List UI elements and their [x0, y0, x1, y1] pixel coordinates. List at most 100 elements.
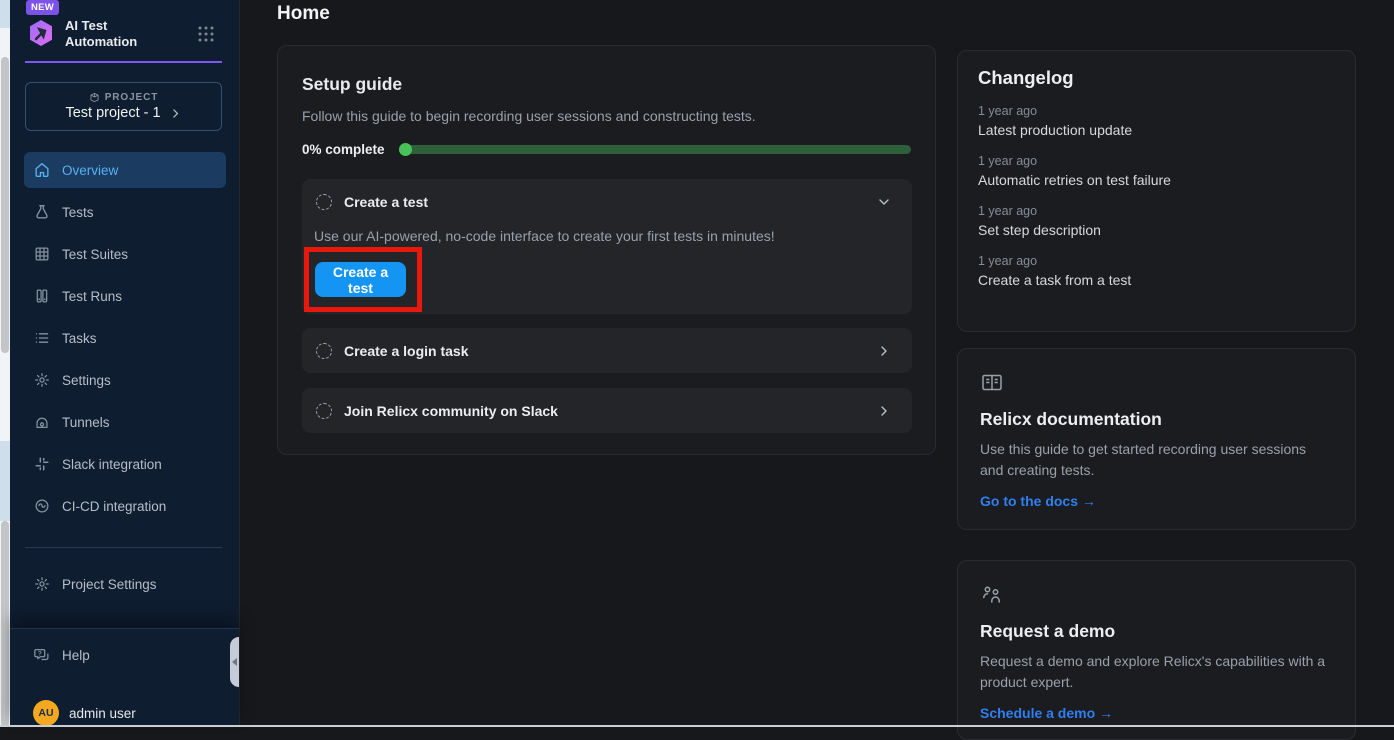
chevron-right-icon	[876, 343, 892, 359]
sidebar-item-label: Slack integration	[62, 457, 162, 472]
setup-step-create-a-login-task: Create a login task	[302, 328, 912, 373]
flask-icon	[33, 203, 51, 221]
changelog-time: 1 year ago	[978, 104, 1335, 118]
step-header[interactable]: Create a test	[302, 179, 912, 224]
chevron-left-icon	[232, 658, 237, 666]
documentation-description: Use this guide to get started recording …	[980, 439, 1333, 481]
background-scrollbar	[1, 521, 9, 727]
setup-guide-title: Setup guide	[302, 74, 402, 95]
app-title: AI Test Automation	[65, 18, 137, 50]
sidebar-item-tunnels[interactable]: Tunnels	[24, 404, 226, 440]
sidebar-nav: Overview Tests Test Suites Test Runs	[24, 152, 226, 530]
project-name: Test project - 1	[65, 105, 160, 121]
cube-icon	[89, 92, 100, 103]
changelog-card: Changelog 1 year ago Latest production u…	[957, 50, 1356, 332]
demo-description: Request a demo and explore Relicx's capa…	[980, 651, 1333, 693]
sidebar-item-test-runs[interactable]: Test Runs	[24, 278, 226, 314]
sidebar-item-tasks[interactable]: Tasks	[24, 320, 226, 356]
changelog-entry: 1 year ago Set step description	[978, 204, 1335, 238]
progress-row: 0% complete	[302, 142, 911, 156]
sidebar-item-overview[interactable]: Overview	[24, 152, 226, 188]
step-header[interactable]: Join Relicx community on Slack	[302, 388, 912, 433]
sidebar-item-label: Help	[62, 648, 90, 663]
changelog-time: 1 year ago	[978, 204, 1335, 218]
changelog-title: Changelog	[978, 67, 1335, 89]
progress-indicator	[399, 143, 412, 156]
sidebar-item-help[interactable]: ? Help	[24, 637, 226, 673]
sidebar-divider	[25, 547, 222, 548]
svg-text:?: ?	[38, 650, 42, 657]
go-to-docs-link[interactable]: Go to the docs →	[980, 493, 1096, 509]
chevron-right-icon	[169, 107, 182, 120]
app-logo-row[interactable]: AI Test Automation	[25, 14, 225, 54]
sidebar-item-label: Project Settings	[62, 577, 157, 592]
new-badge: NEW	[26, 0, 59, 15]
documentation-title: Relicx documentation	[980, 409, 1333, 430]
setup-step-create-a-test: Create a test Use our AI-powered, no-cod…	[302, 179, 912, 314]
sidebar-item-slack-integration[interactable]: Slack integration	[24, 446, 226, 482]
sidebar-item-label: Test Suites	[62, 247, 128, 262]
sidebar-item-label: CI-CD integration	[62, 499, 166, 514]
sidebar-item-label: Tunnels	[62, 415, 110, 430]
demo-title: Request a demo	[980, 621, 1333, 642]
slack-icon	[33, 455, 51, 473]
sidebar-item-label: Settings	[62, 373, 111, 388]
strip-segment	[0, 0, 10, 28]
step-title: Join Relicx community on Slack	[344, 403, 558, 419]
schedule-demo-link[interactable]: Schedule a demo →	[980, 705, 1113, 721]
progress-bar	[399, 145, 911, 154]
avatar: AU	[33, 700, 59, 726]
book-icon	[980, 371, 1004, 395]
cicd-icon	[33, 497, 51, 515]
sidebar-footer: ? Help AU admin user	[10, 628, 239, 727]
app-logo-icon	[25, 18, 57, 50]
sidebar-item-tests[interactable]: Tests	[24, 194, 226, 230]
setup-step-join-slack-community: Join Relicx community on Slack	[302, 388, 912, 433]
tunnel-icon	[33, 413, 51, 431]
background-window-edge	[0, 0, 10, 727]
progress-label: 0% complete	[302, 142, 385, 157]
sidebar: NEW AI Test Automation PROJECT	[10, 0, 240, 727]
changelog-text: Create a task from a test	[978, 272, 1335, 288]
setup-guide-description: Follow this guide to begin recording use…	[302, 108, 756, 124]
sidebar-item-settings[interactable]: Settings	[24, 362, 226, 398]
documentation-card: Relicx documentation Use this guide to g…	[957, 348, 1356, 530]
sidebar-collapse-handle[interactable]	[230, 637, 239, 687]
sidebar-item-test-suites[interactable]: Test Suites	[24, 236, 226, 272]
sidebar-secondary-nav: Project Settings	[24, 566, 226, 608]
project-selector[interactable]: PROJECT Test project - 1	[25, 82, 222, 131]
step-title: Create a login task	[344, 343, 469, 359]
step-title: Create a test	[344, 194, 428, 210]
chevron-down-icon	[876, 194, 892, 210]
people-icon	[980, 583, 1004, 607]
sidebar-item-label: Overview	[62, 163, 118, 178]
gear-icon	[33, 371, 51, 389]
changelog-text: Automatic retries on test failure	[978, 172, 1335, 188]
changelog-text: Set step description	[978, 222, 1335, 238]
create-a-test-button[interactable]: Create a test	[315, 262, 406, 297]
changelog-entry: 1 year ago Create a task from a test	[978, 254, 1335, 288]
gear-icon	[33, 575, 51, 593]
incomplete-step-icon	[316, 194, 332, 210]
home-icon	[33, 161, 51, 179]
incomplete-step-icon	[316, 403, 332, 419]
columns-icon	[33, 287, 51, 305]
step-header[interactable]: Create a login task	[302, 328, 912, 373]
user-name: admin user	[69, 706, 136, 721]
changelog-entry: 1 year ago Automatic retries on test fai…	[978, 154, 1335, 188]
sidebar-item-cicd-integration[interactable]: CI-CD integration	[24, 488, 226, 524]
sidebar-item-project-settings[interactable]: Project Settings	[24, 566, 226, 602]
chevron-right-icon	[876, 403, 892, 419]
list-icon	[33, 329, 51, 347]
accent-divider	[25, 61, 222, 63]
changelog-text: Latest production update	[978, 122, 1335, 138]
app-launcher-icon[interactable]	[197, 25, 215, 43]
page-title: Home	[277, 3, 330, 25]
changelog-entry: 1 year ago Latest production update	[978, 104, 1335, 138]
step-description: Use our AI-powered, no-code interface to…	[314, 228, 775, 244]
sidebar-item-label: Tasks	[62, 331, 97, 346]
strip-segment	[0, 441, 10, 521]
background-scrollbar	[1, 57, 9, 353]
project-label: PROJECT	[105, 92, 159, 103]
help-chat-icon: ?	[33, 646, 51, 664]
